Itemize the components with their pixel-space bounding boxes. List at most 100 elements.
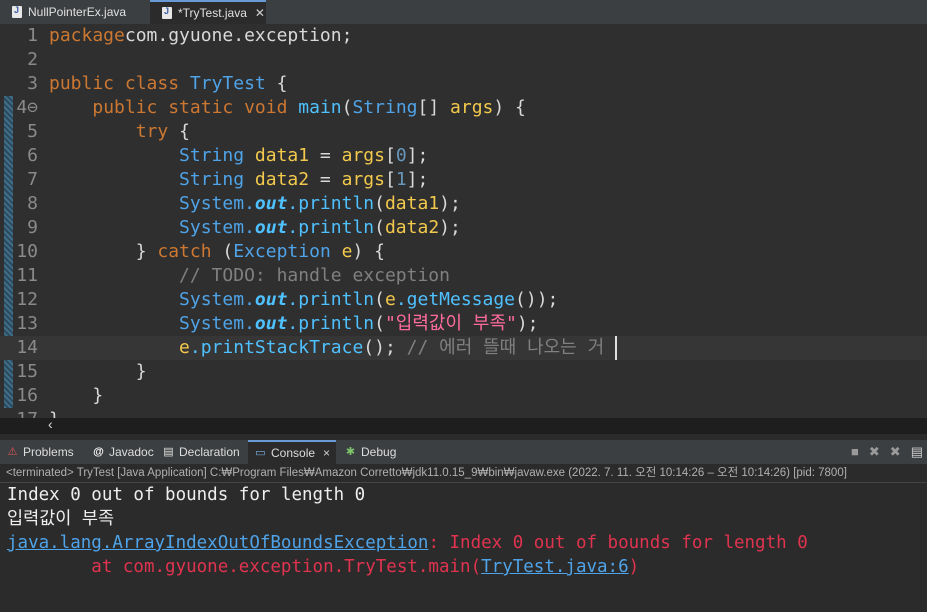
code-token: "입력값이 부족" [384, 313, 517, 334]
tab-problems[interactable]: ⚠ Problems [6, 440, 74, 464]
tab-nullpointerex[interactable]: NullPointerEx.java [0, 0, 145, 24]
debug-icon: ✱ [345, 445, 356, 458]
code-token: [] [417, 97, 451, 118]
code-token: ); [516, 313, 539, 334]
code-token: data1 [254, 145, 310, 166]
code-token: = [309, 145, 342, 166]
code-token: try [135, 121, 180, 142]
code-line[interactable]: 2 [0, 48, 927, 72]
code-token: // TODO: handle exception [179, 265, 450, 286]
code-line[interactable]: 7 String data2 = args[1]; [0, 168, 927, 192]
horizontal-scrollbar[interactable]: ‹ [0, 416, 927, 434]
code-line[interactable]: 13 System.out.println("입력값이 부족"); [0, 312, 927, 336]
code-line[interactable]: 17} [0, 408, 927, 418]
code-text: try { [49, 120, 190, 144]
code-token: package [49, 25, 125, 46]
exception-link[interactable]: java.lang.ArrayIndexOutOfBoundsException [7, 533, 428, 553]
code-line[interactable]: 11 // TODO: handle exception [0, 264, 927, 288]
tab-javadoc[interactable]: @ Javadoc [92, 440, 154, 464]
code-token: = [309, 169, 342, 190]
code-text: } catch (Exception e) { [49, 240, 385, 264]
console-line: Index 0 out of bounds for length 0 [7, 485, 366, 505]
code-line[interactable]: 6 String data1 = args[0]; [0, 144, 927, 168]
code-token: .println [287, 313, 375, 334]
code-token: ]; [406, 145, 429, 166]
code-line[interactable]: 4⊖ public static void main(String[] args… [0, 96, 927, 120]
code-token: .printStackTrace [189, 337, 364, 358]
line-number: 17 [0, 408, 38, 418]
code-token: out [254, 193, 288, 214]
code-token: ()); [515, 289, 559, 310]
code-token: ) { [352, 241, 385, 262]
line-number: 4⊖ [16, 97, 38, 118]
code-line[interactable]: 12 System.out.println(e.getMessage()); [0, 288, 927, 312]
code-text: packagecom.gyuone.exception; [49, 24, 352, 48]
code-token: e [384, 289, 396, 310]
code-line[interactable]: 5 try { [0, 120, 927, 144]
stack-trace-line: at com.gyuone.exception.TryTest.main(Try… [7, 555, 639, 579]
code-editor[interactable]: 1 packagecom.gyuone.exception; 2 3 public cl… [0, 24, 927, 418]
line-number: 10 [16, 241, 38, 262]
code-line[interactable]: 14 e.printStackTrace(); // 에러 뜰때 나오는 거 [0, 336, 927, 360]
tab-trytest[interactable]: *TryTest.java ✕ [150, 0, 266, 24]
code-token: 0 [395, 145, 407, 166]
terminate-icon[interactable]: ■ [851, 444, 859, 460]
java-file-icon [162, 6, 172, 19]
code-line[interactable]: 1 packagecom.gyuone.exception; [0, 24, 927, 48]
code-token: .println [287, 193, 375, 214]
code-token: 1 [395, 169, 407, 190]
code-line[interactable]: 8 System.out.println(data1); [0, 192, 927, 216]
tab-label: *TryTest.java [178, 6, 247, 20]
code-token: { [179, 121, 190, 142]
code-token: data2 [254, 169, 310, 190]
code-token: ( [222, 241, 234, 262]
code-line[interactable]: 15 } [0, 360, 927, 384]
line-number: 3 [27, 73, 38, 94]
code-token: ) { [493, 97, 526, 118]
code-text: e.printStackTrace(); // 에러 뜰때 나오는 거 [49, 336, 617, 360]
code-text: System.out.println(e.getMessage()); [49, 288, 558, 312]
tab-label: NullPointerEx.java [28, 5, 127, 19]
line-number: 11 [16, 265, 38, 286]
code-token: } [49, 361, 147, 382]
tab-debug[interactable]: ✱ Debug [344, 440, 396, 464]
code-token: main [298, 97, 342, 118]
code-token: public class [49, 73, 190, 94]
clear-console-icon[interactable]: ▤ [911, 444, 923, 460]
code-token: // 에러 뜰때 나오는 거 [406, 337, 615, 358]
line-number: 15 [16, 361, 38, 382]
code-token: e [179, 337, 190, 358]
line-number: 6 [27, 145, 38, 166]
code-token: ( [341, 97, 353, 118]
editor-tab-bar: NullPointerEx.java *TryTest.java ✕ [0, 0, 927, 25]
line-number: 12 [16, 289, 38, 310]
code-line[interactable]: 9 System.out.println(data2); [0, 216, 927, 240]
remove-launch-icon[interactable]: ✖ [869, 444, 880, 460]
problems-icon: ⚠ [7, 445, 18, 458]
code-token: [ [384, 145, 396, 166]
code-token: String [179, 145, 255, 166]
source-link[interactable]: TryTest.java:6 [481, 557, 629, 577]
console-output[interactable]: Index 0 out of bounds for length 0 입력값이 … [0, 483, 927, 612]
line-number: 14 [16, 337, 38, 358]
tab-declaration[interactable]: ▤ Declaration [162, 440, 239, 464]
remove-all-icon[interactable]: ✖ [890, 444, 901, 460]
code-token: out [254, 217, 288, 238]
code-token: args [450, 97, 494, 118]
close-icon[interactable]: ✕ [255, 6, 265, 20]
code-token: String [179, 169, 255, 190]
code-line[interactable]: 3 public class TryTest { [0, 72, 927, 96]
close-icon[interactable]: × [323, 446, 330, 460]
line-number: 5 [27, 121, 38, 142]
scroll-left-icon[interactable]: ‹ [48, 416, 53, 432]
tab-console[interactable]: ▭ Console × [248, 440, 337, 464]
code-line[interactable]: 10 } catch (Exception e) { [0, 240, 927, 264]
code-line[interactable]: 16 } [0, 384, 927, 408]
